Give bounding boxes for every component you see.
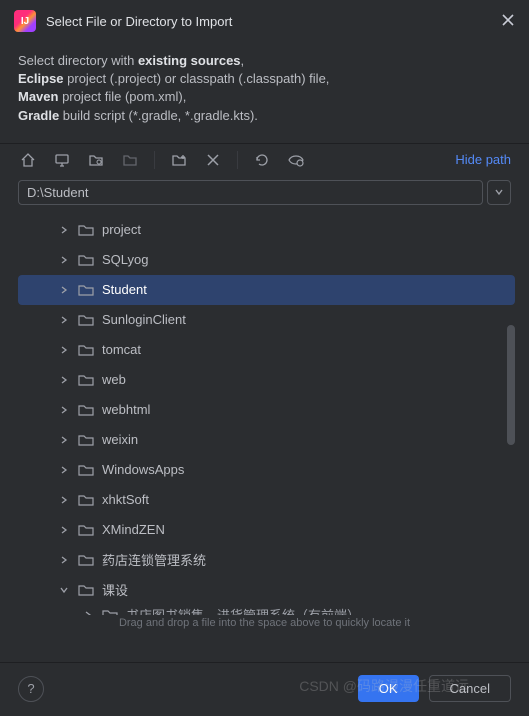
tree-row[interactable]: XMindZEN — [18, 515, 515, 545]
chevron-right-icon[interactable] — [58, 524, 70, 536]
dialog-footer: ? OK Cancel — [0, 662, 529, 716]
drop-hint: Drag and drop a file into the space abov… — [0, 615, 529, 635]
chevron-right-icon[interactable] — [58, 464, 70, 476]
tree-label: webhtml — [102, 402, 150, 417]
folder-icon — [102, 608, 118, 615]
folder-icon — [78, 463, 94, 477]
desc-text: build script (*.gradle, *.gradle.kts). — [59, 108, 258, 123]
scrollbar-thumb[interactable] — [507, 325, 515, 445]
app-icon: IJ — [14, 10, 36, 32]
tree-label: 药店连锁管理系统 — [102, 550, 206, 569]
chevron-right-icon[interactable] — [58, 434, 70, 446]
tree-label: 书店图书销售、进货管理系统（有前端） — [126, 605, 360, 615]
tree-label: XMindZEN — [102, 522, 165, 537]
new-folder-icon[interactable] — [169, 150, 189, 170]
desc-text: , — [241, 53, 245, 68]
folder-icon — [78, 583, 94, 597]
chevron-right-icon[interactable] — [58, 554, 70, 566]
toolbar-separator — [154, 151, 155, 169]
path-row — [0, 176, 529, 209]
tree-row[interactable]: xhktSoft — [18, 485, 515, 515]
ok-button[interactable]: OK — [358, 675, 419, 702]
cancel-button[interactable]: Cancel — [429, 675, 511, 702]
show-hidden-icon[interactable] — [286, 150, 306, 170]
toolbar: Hide path — [0, 144, 529, 176]
tree-label: weixin — [102, 432, 138, 447]
tree-label: project — [102, 222, 141, 237]
help-button[interactable]: ? — [18, 676, 44, 702]
chevron-right-icon[interactable] — [58, 404, 70, 416]
tree-row[interactable]: webhtml — [18, 395, 515, 425]
folder-icon — [78, 373, 94, 387]
path-dropdown[interactable] — [487, 180, 511, 205]
tree-row[interactable]: project — [18, 215, 515, 245]
titlebar: IJ Select File or Directory to Import — [0, 0, 529, 42]
folder-icon — [78, 343, 94, 357]
desc-text: project (.project) or classpath (.classp… — [64, 71, 330, 86]
tree-label: Student — [102, 282, 147, 297]
desc-bold: Eclipse — [18, 71, 64, 86]
chevron-right-icon[interactable] — [58, 344, 70, 356]
tree-label: WindowsApps — [102, 462, 184, 477]
desktop-icon[interactable] — [52, 150, 72, 170]
chevron-right-icon[interactable] — [58, 494, 70, 506]
dialog-title: Select File or Directory to Import — [46, 14, 491, 29]
tree-label: SQLyog — [102, 252, 149, 267]
tree-row[interactable]: SunloginClient — [18, 305, 515, 335]
tree-label: 课设 — [102, 580, 128, 599]
refresh-icon[interactable] — [252, 150, 272, 170]
tree-row[interactable]: SQLyog — [18, 245, 515, 275]
tree-label: web — [102, 372, 126, 387]
chevron-down-icon[interactable] — [58, 584, 70, 596]
tree-row[interactable]: 药店连锁管理系统 — [18, 545, 515, 575]
chevron-right-icon[interactable] — [58, 254, 70, 266]
folder-icon — [78, 493, 94, 507]
folder-icon — [78, 223, 94, 237]
tree-row[interactable]: web — [18, 365, 515, 395]
tree-label: tomcat — [102, 342, 141, 357]
path-input[interactable] — [18, 180, 483, 205]
folder-icon — [78, 553, 94, 567]
tree-row[interactable]: WindowsApps — [18, 455, 515, 485]
desc-bold: Gradle — [18, 108, 59, 123]
tree-row[interactable]: weixin — [18, 425, 515, 455]
desc-text: Select directory with — [18, 53, 138, 68]
tree-label: xhktSoft — [102, 492, 149, 507]
close-icon[interactable] — [501, 13, 515, 30]
home-icon[interactable] — [18, 150, 38, 170]
folder-icon — [78, 283, 94, 297]
desc-bold: Maven — [18, 89, 58, 104]
folder-icon — [78, 313, 94, 327]
chevron-right-icon[interactable] — [58, 284, 70, 296]
chevron-right-icon — [82, 609, 94, 615]
desc-text: project file (pom.xml), — [58, 89, 186, 104]
toolbar-separator — [237, 151, 238, 169]
tree-row[interactable]: tomcat — [18, 335, 515, 365]
project-dir-icon[interactable] — [86, 150, 106, 170]
folder-icon — [78, 523, 94, 537]
tree-label: SunloginClient — [102, 312, 186, 327]
chevron-right-icon[interactable] — [58, 374, 70, 386]
delete-icon[interactable] — [203, 150, 223, 170]
folder-icon — [78, 253, 94, 267]
description-block: Select directory with existing sources, … — [0, 42, 529, 144]
file-tree[interactable]: project SQLyog Student SunloginClient tomcat… — [18, 215, 515, 615]
desc-bold: existing sources — [138, 53, 241, 68]
tree-row[interactable]: Student — [18, 275, 515, 305]
chevron-right-icon[interactable] — [58, 224, 70, 236]
module-dir-icon[interactable] — [120, 150, 140, 170]
tree-row[interactable]: 课设 — [18, 575, 515, 605]
folder-icon — [78, 433, 94, 447]
chevron-right-icon[interactable] — [58, 314, 70, 326]
folder-icon — [78, 403, 94, 417]
hide-path-link[interactable]: Hide path — [455, 152, 511, 167]
tree-row-partial[interactable]: 书店图书销售、进货管理系统（有前端） — [18, 605, 515, 615]
